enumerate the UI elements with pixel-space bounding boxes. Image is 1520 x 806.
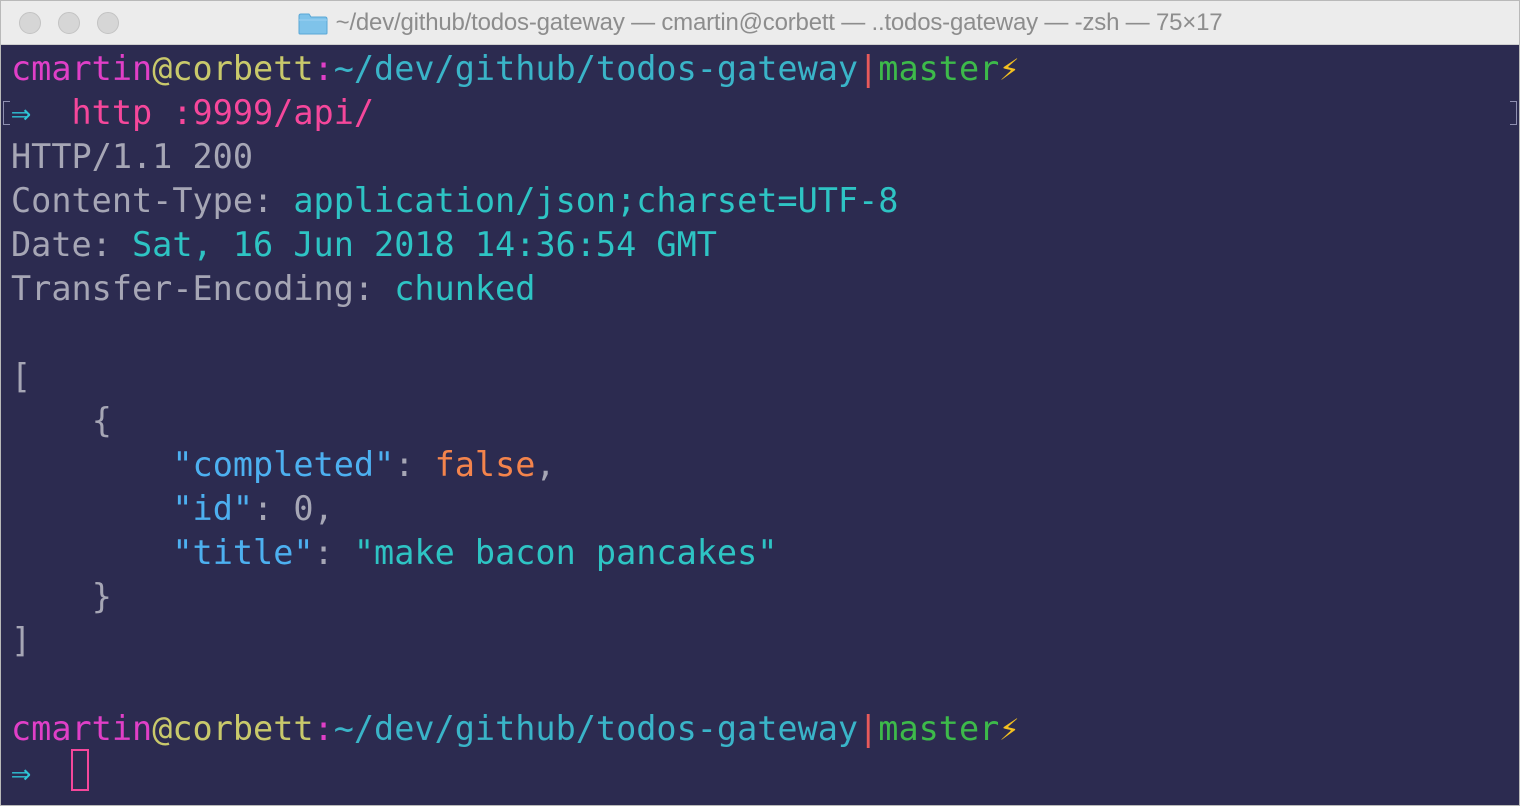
terminal-content[interactable]: cmartin@corbett:~/dev/github/todos-gatew… [1, 45, 1519, 805]
header-name: Transfer-Encoding: [11, 269, 375, 308]
response-header: Transfer-Encoding: chunked [11, 267, 535, 311]
json-value: 0 [293, 489, 314, 528]
json-field: "title": "make bacon pancakes" [172, 533, 778, 572]
prompt-git-branch: master [878, 709, 1000, 748]
json-close-brace: } [91, 577, 112, 616]
json-close-bracket: ] [11, 621, 32, 660]
prompt-at: @ [152, 709, 173, 748]
window-title: ~/dev/github/todos-gateway — cmartin@cor… [335, 9, 1223, 36]
json-key: "title" [172, 533, 314, 572]
prompt-host: corbett [172, 709, 314, 748]
response-header: Content-Type: application/json;charset=U… [11, 179, 898, 223]
title-bar[interactable]: ~/dev/github/todos-gateway — cmartin@cor… [1, 1, 1519, 45]
json-field: "completed": false, [172, 445, 556, 484]
prompt-path: ~/dev/github/todos-gateway [333, 49, 859, 88]
response-header: Date: Sat, 16 Jun 2018 14:36:54 GMT [11, 223, 717, 267]
json-field: "id": 0, [172, 489, 334, 528]
json-open-brace: { [91, 401, 112, 440]
double-arrow-right-icon: ⇒ [11, 93, 32, 132]
prompt-user: cmartin [11, 709, 153, 748]
header-value: Sat, 16 Jun 2018 14:36:54 GMT [132, 225, 717, 264]
prompt-line: cmartin@corbett:~/dev/github/todos-gatew… [11, 47, 1019, 91]
json-value: false [434, 445, 536, 484]
text-cursor[interactable] [71, 749, 89, 791]
prompt-line: cmartin@corbett:~/dev/github/todos-gatew… [11, 707, 1019, 751]
prompt-host: corbett [172, 49, 314, 88]
prompt-at: @ [152, 49, 173, 88]
prompt-separator: | [858, 709, 879, 748]
header-name: Date: [11, 225, 112, 264]
header-value: chunked [394, 269, 536, 308]
header-value: application/json;charset=UTF-8 [293, 181, 899, 220]
prompt-user: cmartin [11, 49, 153, 88]
json-open-bracket: [ [11, 357, 32, 396]
prompt-colon: : [313, 709, 334, 748]
command-text: http :9999/api/ [71, 93, 375, 132]
command-mark-right [1510, 101, 1517, 125]
command-mark-left [3, 101, 10, 125]
prompt-colon: : [313, 49, 334, 88]
double-arrow-right-icon: ⇒ [11, 753, 32, 792]
json-key: "id" [172, 489, 254, 528]
window-title-container: ~/dev/github/todos-gateway — cmartin@cor… [1, 1, 1519, 45]
command-line: ⇒ http :9999/api/ [11, 91, 374, 135]
prompt-path: ~/dev/github/todos-gateway [333, 709, 859, 748]
json-value: "make bacon pancakes" [353, 533, 778, 572]
lightning-bolt-icon: ⚡ [999, 49, 1020, 88]
lightning-bolt-icon: ⚡ [999, 709, 1020, 748]
terminal-window: ~/dev/github/todos-gateway — cmartin@cor… [0, 0, 1520, 806]
response-status: HTTP/1.1 200 [11, 137, 254, 176]
folder-icon [298, 13, 328, 35]
header-name: Content-Type: [11, 181, 274, 220]
prompt-git-branch: master [878, 49, 1000, 88]
command-line[interactable]: ⇒ [11, 751, 31, 795]
json-key: "completed" [172, 445, 395, 484]
prompt-separator: | [858, 49, 879, 88]
